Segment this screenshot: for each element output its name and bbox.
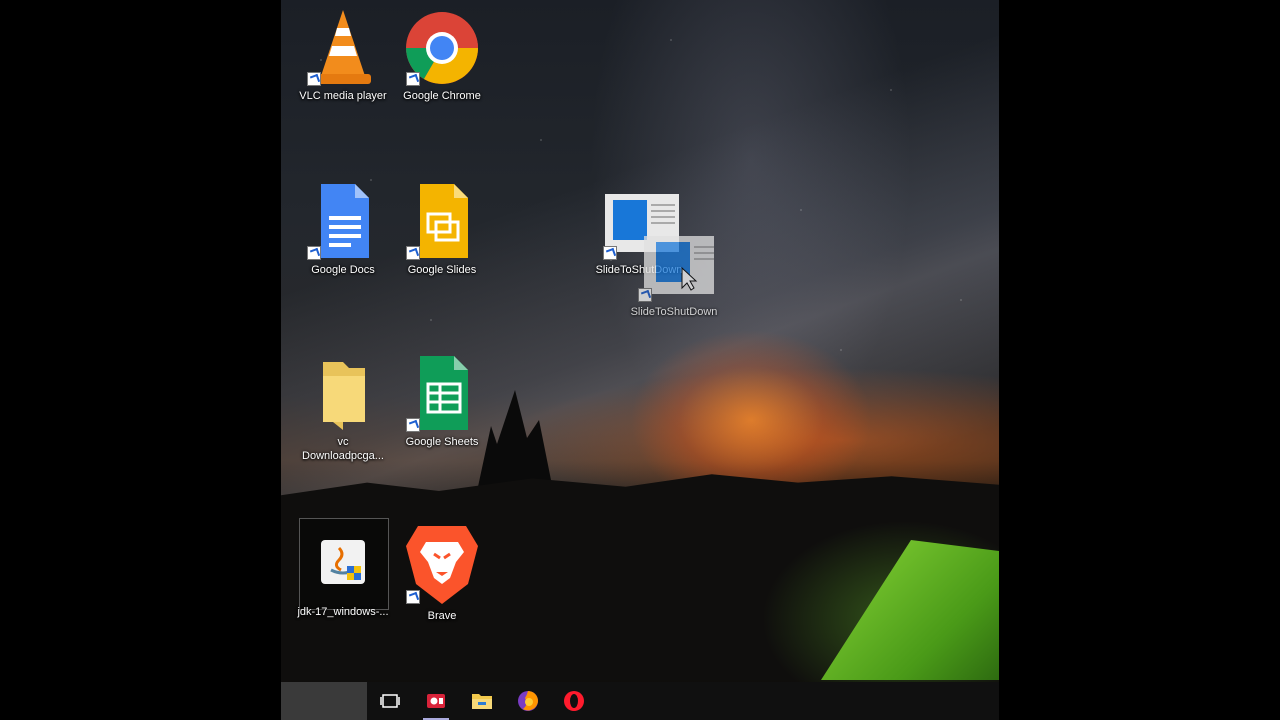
taskbar — [281, 682, 999, 720]
desktop-icon-vc-folder[interactable]: vc Downloadpcga... — [295, 352, 391, 463]
desktop-icon-label: Google Slides — [407, 264, 477, 276]
desktop-icon-jdk[interactable]: jdk-17_windows-... — [295, 522, 391, 619]
desktop-icon-label: Brave — [427, 610, 457, 622]
desktop-icon-google-sheets[interactable]: Google Sheets — [394, 352, 490, 449]
shortcut-arrow-icon — [307, 72, 321, 86]
shortcut-arrow-icon — [307, 246, 321, 260]
brave-lion-icon — [402, 518, 482, 606]
slidetoshutdown-icon — [634, 232, 722, 312]
opera-icon[interactable] — [551, 682, 597, 720]
desktop[interactable]: VLC media player Google Chrome Google Do… — [281, 0, 999, 720]
shortcut-arrow-icon — [406, 246, 420, 260]
desktop-icon-label: Google Chrome — [403, 90, 481, 102]
start-area[interactable] — [281, 682, 367, 720]
google-sheets-icon — [402, 352, 482, 432]
shortcut-arrow-icon — [406, 418, 420, 432]
desktop-icon-label: vc Downloadpcga... — [302, 436, 384, 462]
desktop-icon-vlc[interactable]: VLC media player — [295, 6, 391, 103]
java-installer-icon — [303, 522, 383, 602]
chrome-icon — [402, 6, 482, 86]
google-docs-icon — [303, 180, 383, 260]
desktop-icon-google-docs[interactable]: Google Docs — [295, 180, 391, 277]
desktop-icon-label: Google Docs — [311, 264, 375, 276]
firefox-icon[interactable] — [505, 682, 551, 720]
desktop-icon-label: Google Sheets — [405, 436, 479, 448]
vlc-icon — [303, 6, 383, 86]
shortcut-arrow-icon — [406, 72, 420, 86]
shortcut-arrow-icon — [638, 288, 652, 302]
desktop-icon-google-slides[interactable]: Google Slides — [394, 180, 490, 277]
desktop-icon-chrome[interactable]: Google Chrome — [394, 6, 490, 103]
desktop-icon-brave[interactable]: Brave — [394, 518, 490, 623]
desktop-icon-label: jdk-17_windows-... — [297, 606, 389, 618]
screen-recorder-icon[interactable] — [413, 682, 459, 720]
desktop-icon-slidetoshutdown-dragging[interactable]: SlideToShutDown — [626, 232, 722, 319]
folder-icon[interactable] — [459, 682, 505, 720]
folder-icon — [303, 352, 383, 432]
desktop-icon-label: VLC media player — [299, 90, 387, 102]
task-view-icon[interactable] — [367, 682, 413, 720]
google-slides-icon — [402, 180, 482, 260]
shortcut-arrow-icon — [603, 246, 617, 260]
shortcut-arrow-icon — [406, 590, 420, 604]
